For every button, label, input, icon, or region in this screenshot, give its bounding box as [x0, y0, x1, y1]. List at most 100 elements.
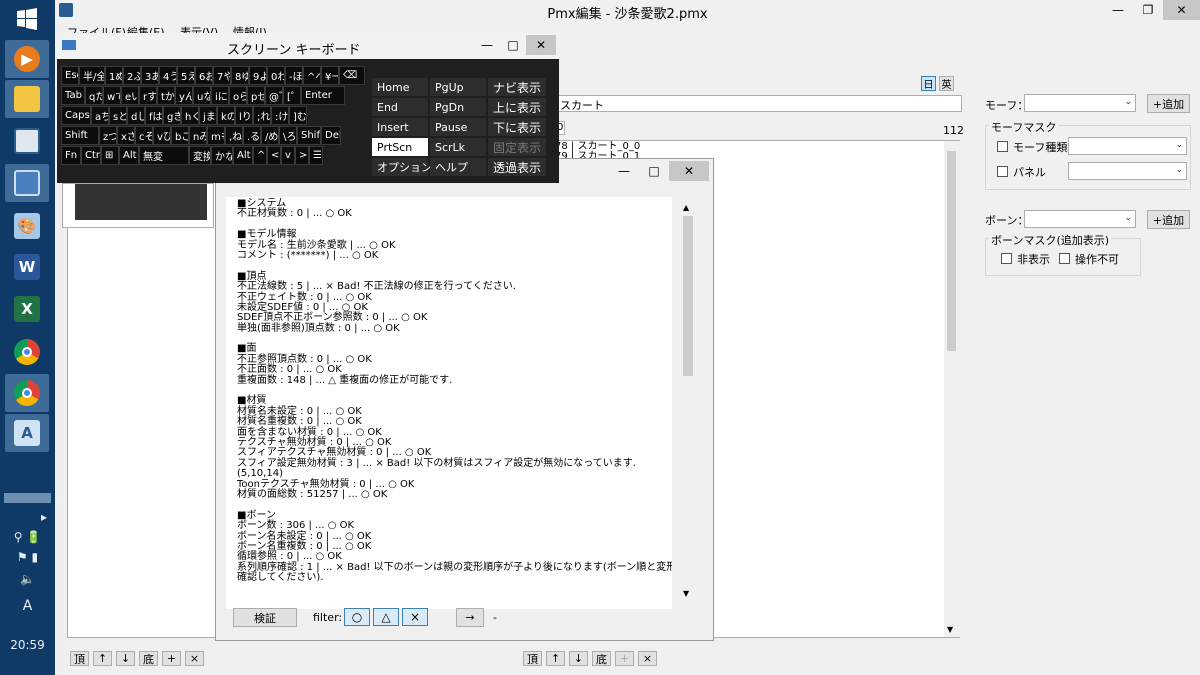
bone-add-button[interactable]: +追加 [1147, 210, 1190, 229]
move-top-button[interactable]: 頂 [70, 651, 89, 666]
taskbar-pmx-editor[interactable] [5, 122, 49, 160]
osk-key[interactable]: 2ふ [123, 66, 141, 85]
osk-key[interactable]: -ほ [285, 66, 303, 85]
filter-ok-button[interactable]: ○ [344, 608, 370, 626]
osk-key[interactable]: 7や [213, 66, 231, 85]
scroll-up-icon[interactable]: ▲ [683, 203, 689, 212]
osk-key[interactable]: mも [207, 126, 225, 145]
dialog-maximize-button[interactable]: □ [639, 161, 669, 181]
move-bottom-button[interactable]: 底 [139, 651, 158, 666]
minimize-button[interactable]: — [1103, 0, 1133, 20]
osk-key[interactable]: ¥ー [321, 66, 339, 85]
osk-key[interactable]: ]む [289, 106, 307, 125]
osk-key[interactable]: zつ [99, 126, 117, 145]
ime-indicator[interactable]: A [0, 598, 55, 614]
osk-key[interactable]: kの [217, 106, 235, 125]
morph-type-select[interactable]: ⌄ [1068, 137, 1187, 155]
list-scrollbar[interactable]: ▼ [944, 141, 960, 637]
osk-key[interactable]: Alt [233, 146, 253, 165]
taskbar-excel[interactable]: X [5, 290, 49, 328]
clock[interactable]: 20:59 [0, 638, 55, 652]
taskbar-word[interactable]: W [5, 248, 49, 286]
osk-key[interactable]: ⌫ [339, 66, 365, 85]
osk-key[interactable]: nみ [189, 126, 207, 145]
taskbar-chrome[interactable] [5, 333, 49, 371]
morph-type-checkbox[interactable] [997, 141, 1008, 152]
move-up-button-2[interactable]: ↑ [546, 651, 565, 666]
osk-key[interactable]: > [295, 146, 309, 165]
dialog-minimize-button[interactable]: — [609, 161, 639, 181]
osk-nav-key[interactable]: 下に表示 [488, 118, 546, 136]
osk-key[interactable]: Ctrl [81, 146, 101, 165]
osk-nav-key[interactable]: 上に表示 [488, 98, 546, 116]
scroll-down-icon[interactable]: ▼ [947, 625, 953, 634]
osk-key[interactable]: fは [145, 106, 163, 125]
osk-key[interactable]: /め [261, 126, 279, 145]
filter-bad-button[interactable]: × [402, 608, 428, 626]
osk-key[interactable]: ,ね [225, 126, 243, 145]
tray-icons[interactable]: ⚲ 🔋 [0, 530, 55, 544]
taskbar-remote-desktop[interactable] [5, 164, 49, 202]
osk-key[interactable]: tか [157, 86, 175, 105]
osk-key[interactable]: Fn [61, 146, 81, 165]
osk-key[interactable]: uな [193, 86, 211, 105]
osk-key[interactable]: 無変 [139, 146, 189, 165]
osk-key[interactable]: iに [211, 86, 229, 105]
osk-key[interactable]: Esc [61, 66, 79, 85]
morph-add-button[interactable]: +追加 [1147, 94, 1190, 113]
osk-key[interactable]: ^ [253, 146, 267, 165]
no-operate-checkbox[interactable] [1059, 253, 1070, 264]
dialog-scrollbar[interactable]: ▲ ▼ [680, 201, 697, 602]
osk-key[interactable]: pせ [247, 86, 265, 105]
osk-nav-key[interactable]: ヘルプ [430, 158, 486, 176]
osk-key[interactable]: dし [127, 106, 145, 125]
morph-select[interactable]: ⌄ [1024, 94, 1136, 112]
osk-key[interactable]: 4う [159, 66, 177, 85]
lang-en-button[interactable]: 英 [939, 76, 954, 91]
osk-nav-key[interactable]: ScrLk [430, 138, 486, 156]
volume-icon[interactable]: 🔈 [0, 572, 55, 586]
osk-key[interactable]: [゜ [283, 86, 301, 105]
osk-key[interactable]: かな [211, 146, 233, 165]
osk-key[interactable]: ☰ [309, 146, 323, 165]
move-top-button-2[interactable]: 頂 [523, 651, 542, 666]
panel-checkbox[interactable] [997, 166, 1008, 177]
keyboard-thumbnail[interactable] [62, 183, 214, 228]
move-down-button-2[interactable]: ↓ [569, 651, 588, 666]
taskbar-paint[interactable]: 🎨 [5, 207, 49, 245]
osk-nav-key[interactable]: ナビ表示 [488, 78, 546, 96]
osk-key[interactable]: qた [85, 86, 103, 105]
osk-close-button[interactable]: ✕ [526, 35, 556, 55]
start-button[interactable] [5, 0, 49, 38]
osk-key[interactable]: 半/全 [79, 66, 105, 85]
osk-key[interactable]: yん [175, 86, 193, 105]
close-button[interactable]: ✕ [1163, 0, 1200, 20]
lang-jp-button[interactable]: 日 [921, 76, 936, 91]
taskbar-file-explorer[interactable] [5, 80, 49, 118]
osk-nav-key[interactable]: Pause [430, 118, 486, 136]
osk-key[interactable]: Tab [61, 86, 85, 105]
osk-key[interactable]: ;れ [253, 106, 271, 125]
osk-nav-key[interactable]: Insert [372, 118, 428, 136]
panel-select[interactable]: ⌄ [1068, 162, 1187, 180]
add-button-2[interactable]: + [615, 651, 634, 666]
osk-minimize-button[interactable]: — [474, 35, 500, 55]
osk-nav-key[interactable]: 透過表示 [488, 158, 546, 176]
osk-key[interactable]: < [267, 146, 281, 165]
osk-key[interactable]: 6お [195, 66, 213, 85]
osk-key[interactable]: 5え [177, 66, 195, 85]
delete-button[interactable]: × [185, 651, 204, 666]
osk-key[interactable]: 8ゆ [231, 66, 249, 85]
osk-key[interactable]: \ろ [279, 126, 297, 145]
osk-key[interactable]: Shift [297, 126, 321, 145]
osk-key[interactable]: bこ [171, 126, 189, 145]
osk-key[interactable]: rす [139, 86, 157, 105]
taskbar-scroll[interactable] [4, 493, 51, 503]
osk-key[interactable]: Alt [119, 146, 139, 165]
osk-key[interactable]: oら [229, 86, 247, 105]
osk-key[interactable]: Enter [301, 86, 345, 105]
osk-key[interactable]: Caps [61, 106, 91, 125]
dialog-scroll-thumb[interactable] [683, 216, 693, 376]
osk-key[interactable]: @゛ [265, 86, 283, 105]
osk-key[interactable]: vひ [153, 126, 171, 145]
